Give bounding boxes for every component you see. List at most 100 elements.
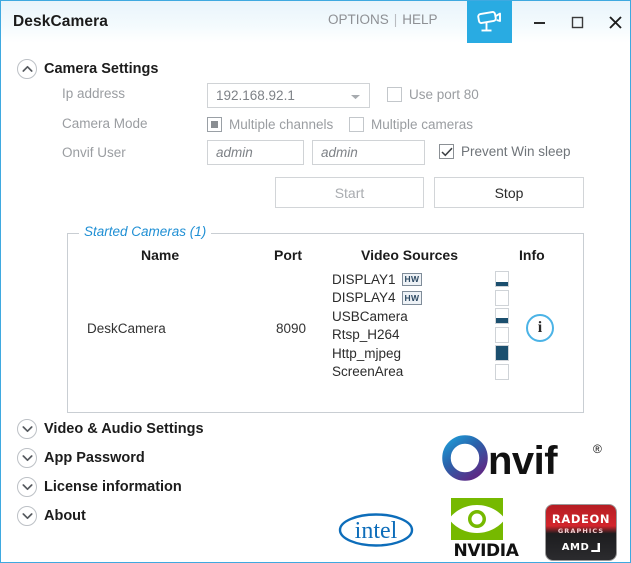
use-port-80-label: Use port 80: [409, 87, 479, 102]
video-source-label: Rtsp_H264: [332, 327, 400, 343]
video-source-meter-cell: [495, 270, 509, 289]
meter-fill: [496, 281, 508, 287]
multiple-cameras-label: Multiple cameras: [371, 117, 474, 132]
ip-address-combobox[interactable]: 192.168.92.1: [207, 83, 370, 108]
section-about[interactable]: About: [17, 506, 204, 526]
amd-arrow-icon: [591, 543, 601, 552]
video-source-meter-cell: [495, 363, 509, 382]
section-about-label: About: [44, 508, 86, 524]
video-source-meter-cell: [495, 289, 509, 308]
maximize-button[interactable]: [558, 1, 596, 43]
column-header-info: Info: [519, 247, 545, 263]
onvif-user-value: admin: [216, 145, 253, 160]
onvif-logo-glyph: nvif ®: [442, 435, 602, 483]
window-title: DeskCamera: [13, 13, 108, 30]
chevron-down-glyph: [21, 426, 33, 433]
prevent-win-sleep-checkbox[interactable]: Prevent Win sleep: [439, 144, 571, 159]
prevent-win-sleep-label: Prevent Win sleep: [461, 144, 571, 159]
svg-text:nvif: nvif: [488, 439, 558, 483]
video-source-label: USBCamera: [332, 308, 408, 324]
section-video-audio-settings[interactable]: Video & Audio Settings: [17, 419, 204, 439]
camera-port-cell: 8090: [276, 321, 307, 336]
use-port-80-checkbox[interactable]: Use port 80: [387, 87, 479, 102]
video-source-row[interactable]: ScreenArea: [332, 363, 422, 382]
title-bar: DeskCamera OPTIONS | HELP: [1, 1, 630, 43]
video-source-row[interactable]: Http_mjpeg: [332, 344, 422, 363]
titlebar-links: OPTIONS | HELP: [328, 12, 438, 27]
hardware-acceleration-badge: HW: [401, 272, 423, 286]
column-header-port: Port: [274, 247, 302, 263]
chevron-down-icon: [17, 506, 37, 526]
video-source-level-meter: [495, 271, 509, 288]
video-source-level-meter: [495, 308, 509, 325]
section-app-password[interactable]: App Password: [17, 448, 204, 468]
meter-fill: [496, 346, 508, 361]
video-source-row[interactable]: DISPLAY4 HW: [332, 289, 423, 308]
collapsed-sections: Video & Audio Settings App Password Licens…: [17, 419, 204, 526]
ip-address-label: Ip address: [62, 86, 126, 101]
onvif-password-input[interactable]: admin: [312, 140, 425, 165]
info-icon[interactable]: i: [526, 314, 554, 342]
video-source-label: Http_mjpeg: [332, 345, 402, 361]
video-source-row[interactable]: Rtsp_H264: [332, 326, 422, 345]
section-license-information[interactable]: License information: [17, 477, 204, 497]
section-license-information-label: License information: [44, 479, 182, 495]
video-source-row[interactable]: DISPLAY1 HW: [332, 270, 423, 289]
video-source-label: DISPLAY1: [332, 271, 396, 287]
link-separator: |: [393, 12, 398, 27]
security-camera-icon: [476, 11, 501, 32]
section-camera-settings-label: Camera Settings: [44, 61, 159, 77]
radio-selected-icon: [207, 117, 222, 132]
video-source-level-meter: [495, 289, 509, 306]
minimize-button[interactable]: [520, 1, 558, 43]
video-source-row[interactable]: USBCamera: [332, 307, 422, 326]
section-app-password-label: App Password: [44, 450, 145, 466]
video-source-label: ScreenArea: [332, 364, 404, 380]
checkbox-unchecked-icon: [387, 87, 402, 102]
help-link[interactable]: HELP: [402, 12, 437, 27]
camera-mode-multiple-channels-radio[interactable]: Multiple channels: [207, 117, 333, 132]
chevron-down-icon[interactable]: [350, 88, 361, 103]
onvif-user-input[interactable]: admin: [207, 140, 304, 165]
section-camera-settings[interactable]: Camera Settings: [17, 59, 158, 79]
radeon-line3: AMD: [562, 542, 601, 553]
column-header-video-sources: Video Sources: [361, 247, 459, 263]
start-button[interactable]: Start: [275, 177, 424, 208]
options-link[interactable]: OPTIONS: [328, 12, 389, 27]
video-source-meter-cell: [495, 344, 509, 363]
nvidia-logo-glyph: NVIDIA: [449, 498, 520, 561]
app-logo-tile: [467, 1, 512, 43]
stop-button[interactable]: Stop: [434, 177, 584, 208]
onvif-logo: nvif ®: [441, 433, 609, 488]
intel-logo-glyph: intel: [338, 513, 414, 547]
chevron-down-icon: [17, 419, 37, 439]
minimize-icon: [533, 21, 545, 24]
chevron-down-icon: [17, 477, 37, 497]
video-source-level-meter: [495, 326, 509, 343]
intel-logo: intel: [337, 510, 415, 555]
nvidia-logo: NVIDIA: [443, 498, 529, 562]
column-header-name: Name: [141, 247, 180, 263]
maximize-icon: [571, 16, 583, 28]
radeon-line1: RADEON: [551, 512, 611, 526]
chevron-down-glyph: [21, 513, 33, 520]
multiple-channels-label: Multiple channels: [229, 117, 334, 132]
onvif-password-value: admin: [321, 145, 358, 160]
onvif-user-label: Onvif User: [62, 145, 126, 160]
section-video-audio-settings-label: Video & Audio Settings: [44, 421, 204, 437]
video-source-meter-cell: [495, 326, 509, 345]
chevron-down-glyph: [21, 455, 33, 462]
camera-name-cell: DeskCamera: [87, 321, 166, 336]
hardware-acceleration-badge: HW: [401, 291, 423, 305]
radeon-graphics-logo: RADEON GRAPHICS AMD: [545, 504, 617, 561]
ip-address-value: 192.168.92.1: [216, 88, 295, 103]
chevron-down-glyph: [21, 484, 33, 491]
video-sources-list: DISPLAY1 HW DISPLAY4 HW USBCamera Rtsp_H264 Ht…: [332, 270, 423, 382]
close-button[interactable]: [596, 1, 630, 43]
checkmark-glyph: [440, 147, 453, 156]
radeon-line2: GRAPHICS: [557, 527, 605, 535]
svg-text:intel: intel: [355, 518, 398, 544]
svg-text:NVIDIA: NVIDIA: [454, 541, 520, 560]
camera-mode-multiple-cameras-radio[interactable]: Multiple cameras: [349, 117, 473, 132]
chevron-up-icon: [17, 59, 37, 79]
